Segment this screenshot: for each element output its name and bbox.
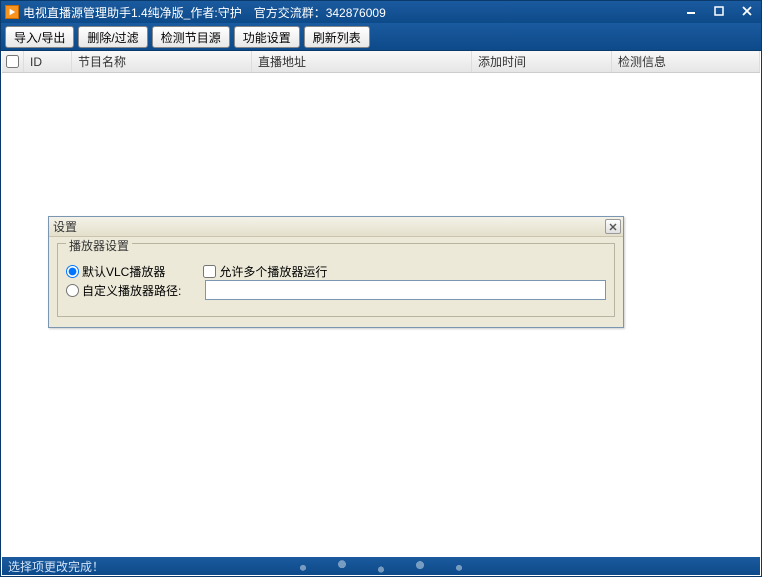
dialog-title: 设置	[53, 218, 77, 235]
allow-multi-label: 允许多个播放器运行	[219, 263, 327, 280]
settings-dialog: 设置 播放器设置 默认VLC播放器 允许多个播放器运行	[48, 216, 624, 328]
custom-path-input[interactable]	[205, 280, 606, 300]
window-controls	[677, 1, 761, 23]
allow-multi-option[interactable]: 允许多个播放器运行	[203, 263, 327, 280]
group-legend: 播放器设置	[66, 237, 132, 254]
minimize-button[interactable]	[677, 1, 705, 21]
title-bar: 电视直播源管理助手1.4纯净版_作者:守护 官方交流群：342876009	[1, 1, 761, 23]
column-id[interactable]: ID	[24, 51, 72, 72]
dialog-titlebar[interactable]: 设置	[49, 217, 623, 237]
select-all-checkbox[interactable]	[6, 55, 19, 68]
column-info[interactable]: 检测信息	[612, 51, 760, 72]
allow-multi-checkbox[interactable]	[203, 265, 216, 278]
status-bar: 选择项更改完成！	[2, 557, 760, 575]
settings-button[interactable]: 功能设置	[234, 26, 300, 48]
custom-path-label: 自定义播放器路径:	[82, 282, 181, 299]
column-name[interactable]: 节目名称	[72, 51, 252, 72]
dialog-body: 播放器设置 默认VLC播放器 允许多个播放器运行 自定义播放器路径:	[49, 237, 623, 327]
custom-path-radio[interactable]	[66, 284, 79, 297]
default-vlc-label: 默认VLC播放器	[82, 263, 165, 280]
check-source-button[interactable]: 检测节目源	[152, 26, 230, 48]
default-vlc-radio[interactable]	[66, 265, 79, 278]
status-decoration	[251, 557, 511, 575]
toolbar: 导入/导出 删除/过滤 检测节目源 功能设置 刷新列表	[1, 23, 761, 51]
window-title: 电视直播源管理助手1.4纯净版_作者:守护 官方交流群：342876009	[23, 4, 386, 21]
column-checkbox	[2, 51, 24, 72]
column-time[interactable]: 添加时间	[472, 51, 612, 72]
close-button[interactable]	[733, 1, 761, 21]
delete-filter-button[interactable]: 删除/过滤	[78, 26, 147, 48]
content-area: ID 节目名称 直播地址 添加时间 检测信息 设置 播放器设置 默认VLC播放器	[2, 51, 760, 556]
table-header: ID 节目名称 直播地址 添加时间 检测信息	[2, 51, 760, 73]
status-message: 选择项更改完成！	[8, 558, 104, 575]
import-export-button[interactable]: 导入/导出	[5, 26, 74, 48]
column-url[interactable]: 直播地址	[252, 51, 472, 72]
app-icon	[5, 5, 19, 19]
dialog-close-button[interactable]	[605, 219, 621, 234]
refresh-button[interactable]: 刷新列表	[304, 26, 370, 48]
custom-path-option[interactable]: 自定义播放器路径:	[66, 282, 181, 299]
player-settings-group: 播放器设置 默认VLC播放器 允许多个播放器运行 自定义播放器路径:	[57, 243, 615, 317]
default-vlc-option[interactable]: 默认VLC播放器	[66, 263, 165, 280]
maximize-button[interactable]	[705, 1, 733, 21]
